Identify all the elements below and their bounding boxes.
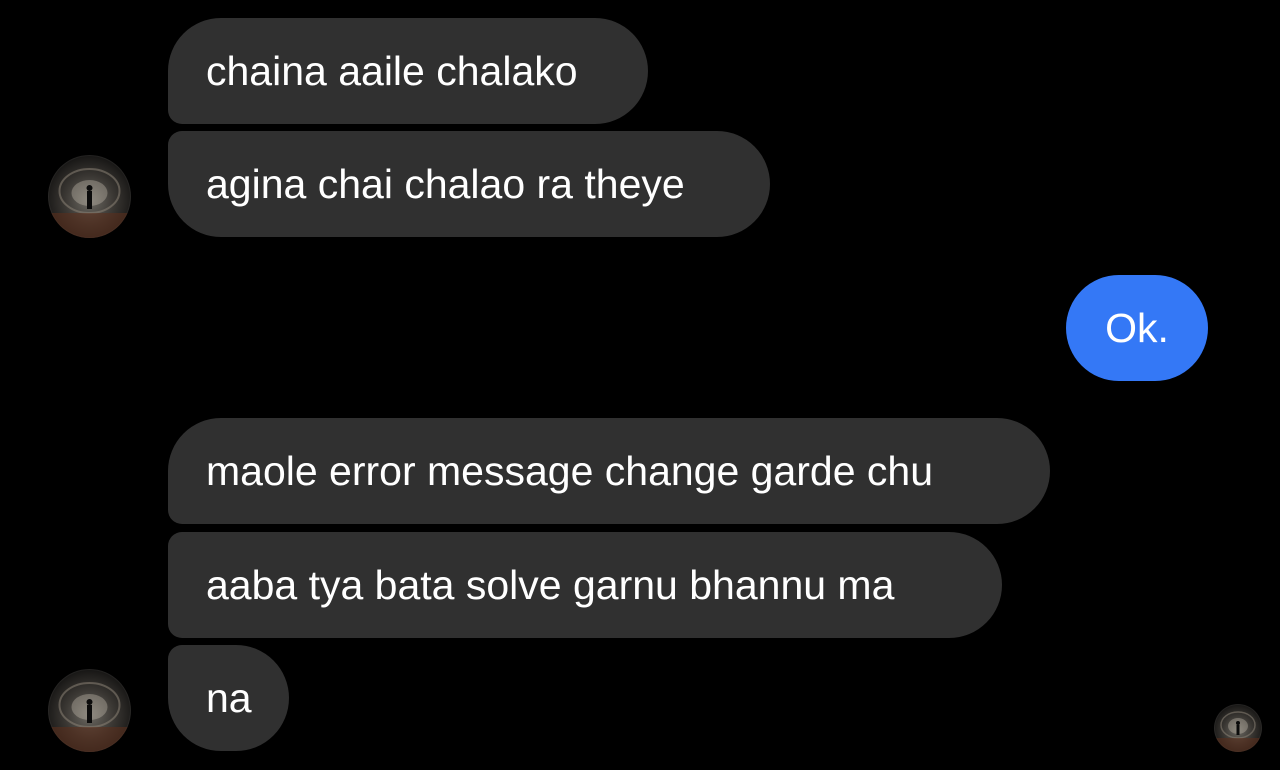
incoming-message-bubble[interactable]: na	[168, 645, 289, 751]
incoming-message-bubble[interactable]: aaba tya bata solve garnu bhannu ma	[168, 532, 1002, 638]
message-text: na	[206, 674, 252, 721]
incoming-message-bubble[interactable]: maole error message change garde chu	[168, 418, 1050, 524]
read-receipt-avatar-icon	[1214, 704, 1262, 752]
incoming-message-bubble[interactable]: chaina aaile chalako	[168, 18, 648, 124]
message-text: Ok.	[1105, 304, 1169, 351]
message-text: maole error message change garde chu	[206, 447, 934, 494]
outgoing-message-bubble[interactable]: Ok.	[1066, 275, 1208, 381]
message-text: chaina aaile chalako	[206, 47, 578, 94]
message-text: agina chai chalao ra theye	[206, 160, 685, 207]
incoming-message-bubble[interactable]: agina chai chalao ra theye	[168, 131, 770, 237]
message-text: aaba tya bata solve garnu bhannu ma	[206, 561, 895, 608]
contact-avatar-icon[interactable]	[48, 155, 131, 238]
contact-avatar-icon[interactable]	[48, 669, 131, 752]
